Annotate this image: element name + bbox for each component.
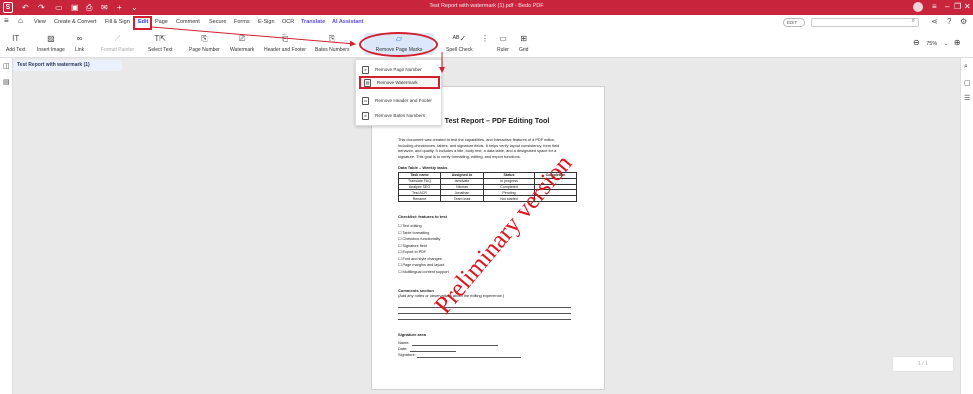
arrow-to-remove-page-marks (151, 26, 356, 47)
annotation-arrows (151, 26, 445, 73)
page-indicator[interactable]: 1 / 1 (918, 361, 928, 367)
page-navigator[interactable]: 1 / 1 (892, 356, 954, 372)
